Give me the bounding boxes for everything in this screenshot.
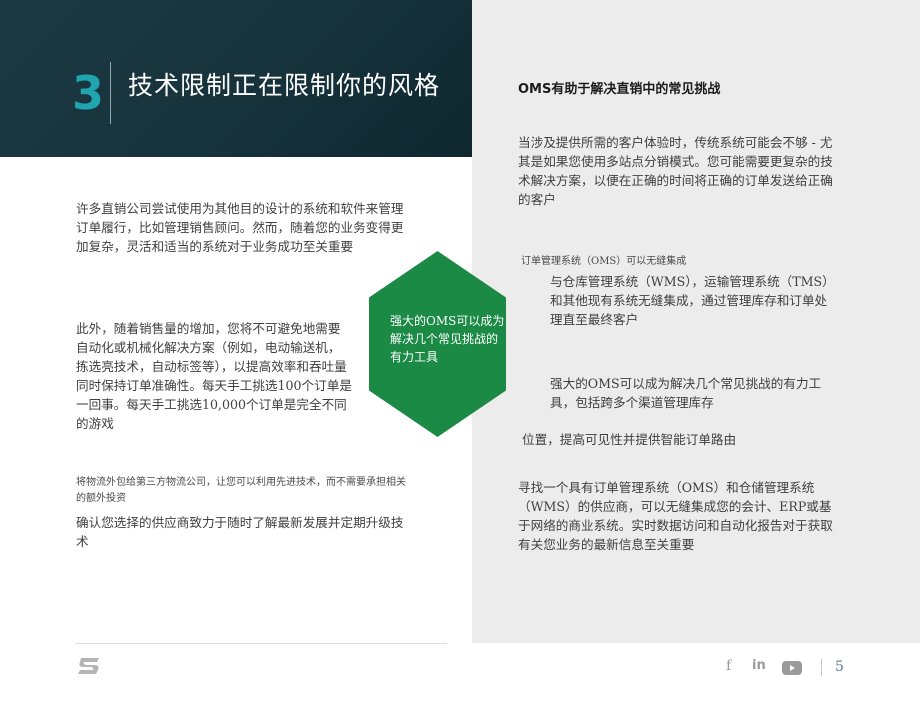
logo-icon (75, 654, 103, 682)
right-paragraph-5: 寻找一个具有订单管理系统（OMS）和仓储管理系统（WMS）的供应商，可以无缝集成… (518, 480, 833, 552)
chapter-title: 技术限制正在限制你的风格 (128, 71, 441, 100)
footer-rule (75, 643, 447, 644)
left-paragraph-3: 将物流外包给第三方物流公司，让您可以利用先进技术，而不需要承担相关的额外投资 (76, 477, 406, 504)
footer-separator (821, 659, 822, 676)
chapter-number: 3 (72, 66, 105, 120)
linkedin-icon[interactable]: in (752, 658, 766, 673)
left-paragraph-2: 此外，随着销售量的增加，您将不可避免地需要自动化或机械化解决方案（例如，电动输送… (76, 321, 352, 431)
right-paragraph-1: 当涉及提供所需的客户体验时，传统系统可能会不够 - 尤其是如果您使用多站点分销模… (518, 135, 833, 207)
right-paragraph-4: 位置，提高可见性并提供智能订单路由 (522, 432, 737, 447)
chapter-divider (110, 62, 111, 124)
right-paragraph-2: 与仓库管理系统（WMS），运输管理系统（TMS）和其他现有系统无缝集成，通过管理… (550, 274, 835, 327)
left-paragraph-1: 许多直销公司尝试使用为其他目的设计的系统和软件来管理订单履行，比如管理销售顾问。… (76, 201, 404, 254)
youtube-icon[interactable] (782, 660, 802, 679)
facebook-icon[interactable]: f (726, 658, 731, 674)
left-paragraph-4: 确认您选择的供应商致力于随时了解最新发展并定期升级技术 (76, 515, 404, 549)
hexagon-text: 强大的OMS可以成为解决几个常见挑战的有力工具 (390, 314, 505, 364)
page-number: 5 (835, 659, 844, 675)
right-paragraph-3: 强大的OMS可以成为解决几个常见挑战的有力工具，包括跨多个渠道管理库存 (550, 376, 822, 410)
right-small-label: 订单管理系统（OMS）可以无缝集成 (521, 256, 687, 267)
right-heading: OMS有助于解决直销中的常见挑战 (518, 82, 721, 97)
